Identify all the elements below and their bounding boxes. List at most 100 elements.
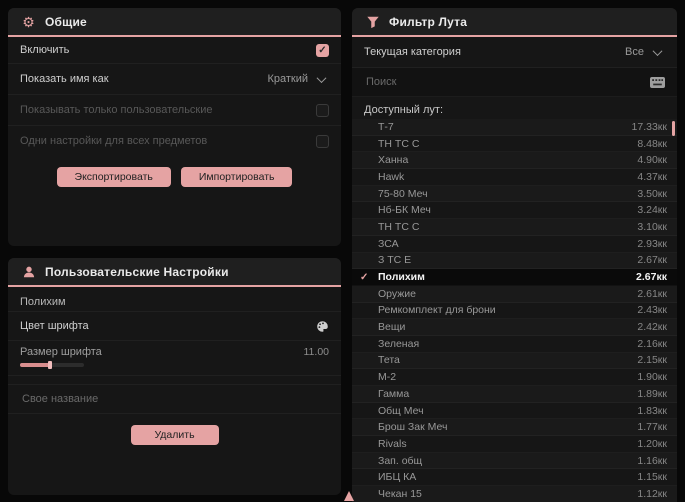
loot-item-value: 1.90кк	[637, 371, 667, 384]
font-color-row[interactable]: Цвет шрифта	[8, 311, 341, 341]
loot-item[interactable]: Общ Меч 1.83кк	[352, 403, 677, 420]
loot-item[interactable]: Оружие 2.61кк	[352, 286, 677, 303]
loot-item-name: Т-7	[378, 120, 394, 133]
loot-item[interactable]: ИБЦ КА 1.15кк	[352, 469, 677, 486]
loot-item-name: ЗСА	[378, 237, 399, 250]
selected-item-name: Полихим	[20, 296, 66, 308]
loot-item[interactable]: Нб-БК Меч 3.24кк	[352, 202, 677, 219]
only-custom-checkbox[interactable]	[316, 103, 329, 117]
loot-item[interactable]: З ТС Е 2.67кк	[352, 253, 677, 270]
loot-item-value: 1.20кк	[637, 437, 667, 450]
loot-item[interactable]: Вещи 2.42кк	[352, 319, 677, 336]
loot-item[interactable]: Зеленая 2.16кк	[352, 336, 677, 353]
user-gear-icon	[21, 264, 36, 279]
loot-item-value: 2.67кк	[636, 271, 667, 284]
font-size-label: Размер шрифта	[20, 346, 102, 358]
search-row	[352, 68, 677, 97]
loot-item[interactable]: Ремкомплект для брони 2.43кк	[352, 303, 677, 320]
loot-item[interactable]: Hawk 4.37кк	[352, 169, 677, 186]
loot-item[interactable]: Зап. общ 1.16кк	[352, 453, 677, 470]
category-dropdown[interactable]: Все	[621, 43, 665, 61]
loot-item-name: Hawk	[378, 170, 405, 183]
panel-custom-title: Пользовательские Настройки	[45, 264, 229, 279]
show-name-row: Показать имя как Краткий	[8, 64, 341, 95]
loot-item-value: 3.24кк	[637, 204, 667, 217]
keyboard-icon[interactable]	[650, 76, 665, 88]
font-size-value: 11.00	[303, 346, 330, 358]
loot-item-name: Ханна	[378, 154, 409, 167]
loot-item-name: Чекан 15	[378, 487, 422, 500]
loot-item[interactable]: ЗСА 2.93кк	[352, 236, 677, 253]
chevron-down-icon	[316, 72, 327, 83]
category-row: Текущая категория Все	[352, 37, 677, 68]
slider-thumb[interactable]	[48, 361, 52, 369]
loot-item-value: 2.15кк	[637, 354, 667, 367]
panel-general-title: Общие	[45, 14, 87, 29]
panel-loot-filter: Фильтр Лута Текущая категория Все Поиск …	[352, 8, 677, 502]
loot-item[interactable]: Чекан 15 1.12кк	[352, 486, 677, 502]
gear-icon: ⚙	[22, 13, 35, 30]
loot-item[interactable]: Брош Зак Меч 1.77кк	[352, 419, 677, 436]
show-name-dropdown[interactable]: Краткий	[263, 70, 329, 88]
loot-item-value: 2.61кк	[637, 287, 667, 300]
loot-item-name: Вещи	[378, 321, 406, 334]
loot-item-value: 3.50кк	[637, 187, 667, 200]
loot-item-name: ТН ТС С	[378, 137, 420, 150]
loot-item-value: 1.83кк	[637, 404, 667, 417]
loot-item-value: 2.16кк	[637, 337, 667, 350]
custom-name-input[interactable]	[20, 392, 329, 406]
loot-item-value: 4.37кк	[637, 170, 667, 183]
loot-item[interactable]: Ханна 4.90кк	[352, 152, 677, 169]
loot-item-name: Оружие	[378, 287, 416, 300]
loot-item-name: Нб-БК Меч	[378, 204, 431, 217]
panel-general-header[interactable]: ⚙ Общие	[8, 8, 341, 37]
chevron-down-icon	[652, 45, 663, 56]
loot-item-value: 2.42кк	[637, 321, 667, 334]
loot-item[interactable]: ✓ Полихим 2.67кк	[352, 269, 677, 286]
panel-custom-settings: Пользовательские Настройки Полихим Цвет …	[8, 258, 341, 495]
loot-item[interactable]: ТН ТС С 8.48кк	[352, 136, 677, 153]
loot-item-name: ИБЦ КА	[378, 471, 417, 484]
loot-item-name: З ТС Е	[378, 254, 412, 267]
loot-list: Т-7 17.33кк ТН ТС С 8.48кк Ханна 4.90кк Hawk 4.…	[352, 119, 677, 502]
loot-item-value: 8.48кк	[637, 137, 667, 150]
loot-item-name: Rivals	[378, 437, 407, 450]
loot-item[interactable]: Гамма 1.89кк	[352, 386, 677, 403]
palette-icon[interactable]	[316, 320, 329, 333]
loot-item-value: 4.90кк	[637, 154, 667, 167]
import-button[interactable]: Импортировать	[180, 167, 293, 187]
loot-item-name: Зап. общ	[378, 454, 423, 467]
loot-item[interactable]: 75-80 Меч 3.50кк	[352, 186, 677, 203]
loot-item-name: Ремкомплект для брони	[378, 304, 496, 317]
only-custom-row: Показывать только пользовательские	[8, 95, 341, 126]
loot-item[interactable]: Тета 2.15кк	[352, 353, 677, 370]
font-size-row: Размер шрифта 11.00	[8, 341, 341, 376]
loot-item-name: Брош Зак Меч	[378, 421, 448, 434]
loot-item[interactable]: Т-7 17.33кк	[352, 119, 677, 136]
custom-name-row	[8, 384, 341, 414]
loot-item-value: 3.10кк	[637, 220, 667, 233]
loot-item-value: 1.89кк	[637, 387, 667, 400]
panel-filter-header[interactable]: Фильтр Лута	[352, 8, 677, 37]
loot-item-value: 2.67кк	[637, 254, 667, 267]
panel-general: ⚙ Общие Включить ✓ Показать имя как Крат…	[8, 8, 341, 246]
font-size-slider[interactable]	[20, 361, 84, 369]
delete-button[interactable]: Удалить	[130, 425, 219, 445]
loot-item[interactable]: М-2 1.90кк	[352, 369, 677, 386]
loot-item-name: Гамма	[378, 387, 410, 400]
loot-item[interactable]: ТН ТС С 3.10кк	[352, 219, 677, 236]
show-name-label: Показать имя как	[20, 73, 109, 85]
enable-checkbox[interactable]: ✓	[316, 43, 329, 57]
same-settings-checkbox[interactable]	[316, 134, 329, 148]
resize-grip-icon[interactable]	[344, 491, 354, 501]
check-icon: ✓	[360, 271, 369, 283]
loot-item[interactable]: Rivals 1.20кк	[352, 436, 677, 453]
loot-item-name: М-2	[378, 371, 397, 384]
panel-custom-header[interactable]: Пользовательские Настройки	[8, 258, 341, 287]
enable-label: Включить	[20, 44, 70, 56]
loot-item-value: 2.93кк	[637, 237, 667, 250]
search-input[interactable]	[364, 75, 642, 89]
category-value: Все	[625, 46, 644, 58]
enable-row: Включить ✓	[8, 37, 341, 64]
export-button[interactable]: Экспортировать	[56, 167, 171, 187]
